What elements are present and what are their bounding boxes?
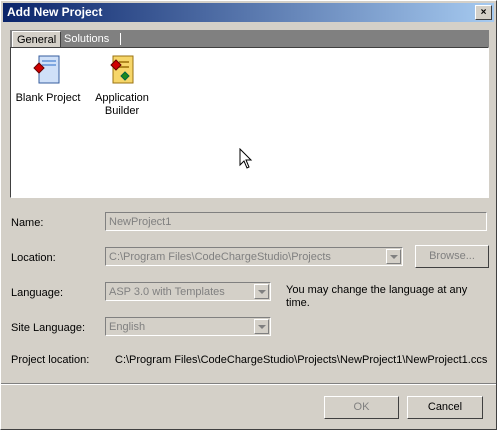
location-combo[interactable]: C:\Program Files\CodeChargeStudio\Projec… <box>105 247 403 266</box>
site-language-value: English <box>109 321 146 333</box>
tab-separator <box>120 33 121 45</box>
name-label: Name: <box>11 217 44 229</box>
project-location-value: C:\Program Files\CodeChargeStudio\Projec… <box>115 354 488 366</box>
tab-strip: General Solutions <box>10 30 489 48</box>
language-note: You may change the language at any time. <box>286 284 468 309</box>
tab-solutions[interactable]: Solutions <box>60 31 113 47</box>
chevron-down-icon[interactable] <box>254 319 269 334</box>
location-value: C:\Program Files\CodeChargeStudio\Projec… <box>109 251 331 263</box>
title-bar[interactable]: Add New Project × <box>3 3 494 22</box>
location-label: Location: <box>11 252 56 264</box>
template-list[interactable]: Blank Project Application Builder <box>10 47 489 198</box>
project-location-label: Project location: <box>11 354 90 366</box>
browse-button[interactable]: Browse... <box>415 245 489 268</box>
chevron-down-icon[interactable] <box>386 249 401 264</box>
dialog-title: Add New Project <box>7 5 103 19</box>
mouse-pointer-icon <box>239 148 253 169</box>
add-new-project-dialog: Add New Project × General Solutions Blan… <box>0 0 497 430</box>
site-language-combo[interactable]: English <box>105 317 271 336</box>
language-value: ASP 3.0 with Templates <box>109 286 225 298</box>
application-builder-icon <box>107 54 137 86</box>
template-application-builder[interactable]: Application Builder <box>89 54 155 118</box>
template-label: Application Builder <box>95 92 149 117</box>
template-label: Blank Project <box>15 92 81 104</box>
tab-general[interactable]: General <box>12 31 62 48</box>
name-field[interactable]: NewProject1 <box>105 212 487 231</box>
blank-project-icon <box>33 54 63 86</box>
close-button[interactable]: × <box>475 5 492 20</box>
close-icon: × <box>480 7 487 18</box>
language-label: Language: <box>11 287 63 299</box>
ok-button[interactable]: OK <box>324 396 399 419</box>
language-combo[interactable]: ASP 3.0 with Templates <box>105 282 271 301</box>
divider <box>1 383 496 385</box>
template-blank-project[interactable]: Blank Project <box>15 54 81 105</box>
site-language-label: Site Language: <box>11 322 86 334</box>
chevron-down-icon[interactable] <box>254 284 269 299</box>
cancel-button[interactable]: Cancel <box>407 396 483 419</box>
